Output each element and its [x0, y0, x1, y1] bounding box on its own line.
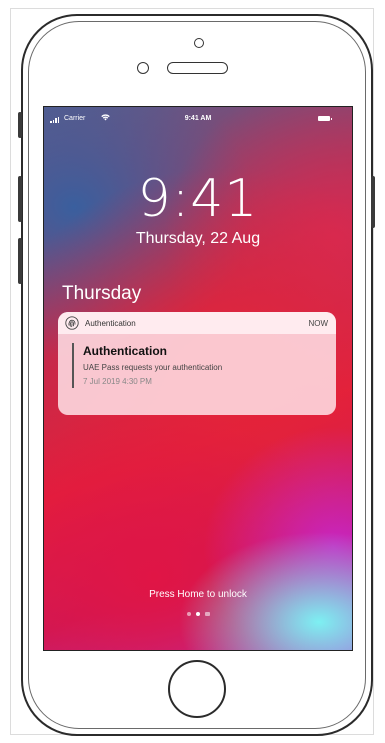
volume-up-button	[18, 176, 22, 222]
notification-header: Authentication NOW	[58, 312, 336, 334]
lock-date: Thursday, 22 Aug	[135, 230, 261, 247]
status-bar: Carrier 9:41 AM	[44, 113, 352, 127]
notification-accent-bar	[72, 343, 74, 388]
front-camera	[194, 38, 204, 48]
battery-icon	[318, 116, 332, 121]
notification-title: Authentication	[83, 344, 167, 358]
power-button	[371, 176, 375, 228]
volume-down-button	[18, 238, 22, 284]
fingerprint-icon	[65, 316, 79, 330]
notification-time: NOW	[308, 319, 328, 328]
notification-date: 7 Jul 2019 4:30 PM	[83, 377, 152, 386]
earpiece-speaker	[167, 62, 228, 74]
camera-page-icon	[204, 612, 210, 616]
lock-screen: Carrier 9:41 AM 9:41 Thursday, 22 Aug Th…	[44, 107, 352, 650]
proximity-sensor	[137, 62, 149, 74]
notification-card[interactable]: Authentication NOW Authentication UAE Pa…	[58, 312, 336, 415]
page-indicator	[44, 612, 352, 616]
page-dot-active	[195, 612, 200, 616]
mute-switch	[18, 112, 22, 138]
notification-day-header: Thursday	[62, 283, 142, 304]
notification-app-name: Authentication	[85, 319, 136, 328]
unlock-hint: Press Home to unlock	[149, 589, 247, 600]
lock-clock: 9:41	[137, 169, 259, 229]
notification-body: Authentication UAE Pass requests your au…	[58, 334, 336, 415]
page-dot	[186, 612, 191, 616]
status-time: 9:41 AM	[184, 115, 212, 122]
home-button[interactable]	[168, 660, 226, 718]
notification-message: UAE Pass requests your authentication	[83, 363, 223, 372]
